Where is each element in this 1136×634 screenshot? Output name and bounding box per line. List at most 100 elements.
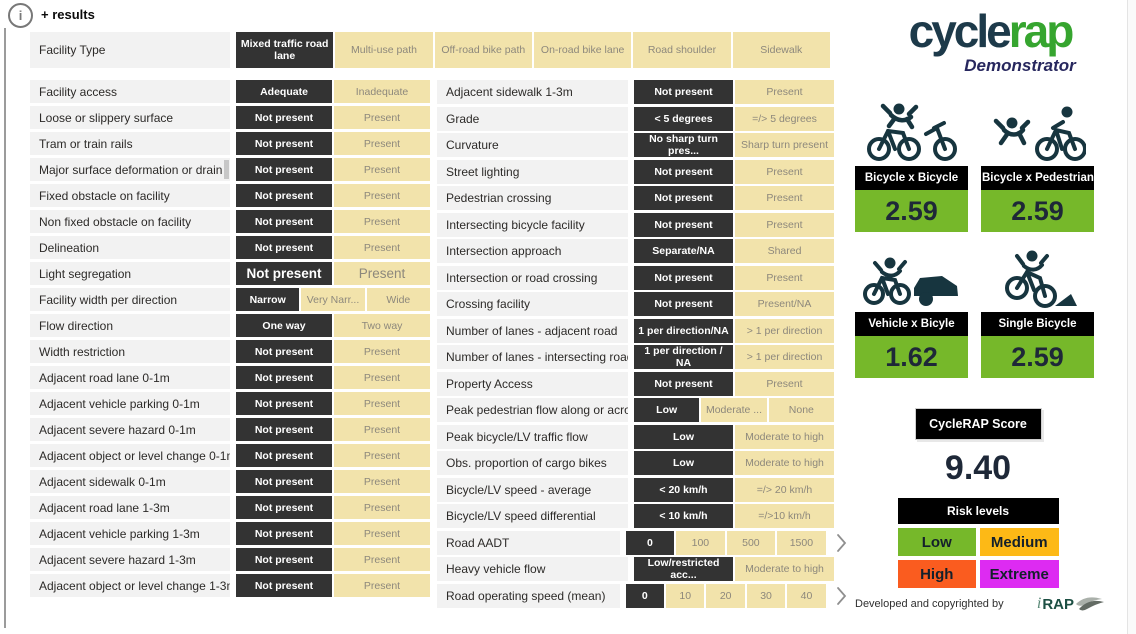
option-one-way[interactable]: One way	[236, 314, 332, 337]
results-toggle[interactable]: + results	[41, 7, 95, 22]
option-10[interactable]: 10	[666, 584, 704, 608]
option-shared[interactable]: Shared	[735, 239, 834, 263]
option-off-road-bike-path[interactable]: Off-road bike path	[435, 32, 532, 68]
option-none[interactable]: None	[769, 398, 834, 422]
option-not-present[interactable]: Not present	[236, 470, 332, 493]
option-not-present[interactable]: Not present	[236, 366, 332, 389]
scrollbar-thumb[interactable]	[224, 160, 229, 179]
option-present[interactable]: Present	[735, 213, 834, 237]
window-scrollbar[interactable]	[1127, 0, 1136, 634]
option-not-present[interactable]: Not present	[236, 158, 332, 181]
option-present[interactable]: Present	[334, 548, 430, 571]
option-moderate-to-high[interactable]: Moderate to high	[735, 425, 834, 449]
option-not-present[interactable]: Not present	[236, 210, 332, 233]
option-moderate-to-high[interactable]: Moderate to high	[735, 557, 834, 581]
option-present[interactable]: Present	[334, 574, 430, 597]
crash-score-cards: Bicycle x Bicycle 2.59	[855, 98, 1095, 378]
option-mixed-traffic-road-lane[interactable]: Mixed traffic road lane	[236, 32, 333, 68]
option-present[interactable]: Present	[334, 444, 430, 467]
option-1-per-direction-na[interactable]: 1 per direction / NA	[634, 345, 733, 369]
option-moderate-to-high[interactable]: Moderate to high	[735, 451, 834, 475]
chevron-right-icon[interactable]	[836, 531, 849, 555]
option-not-present[interactable]: Not present	[236, 106, 332, 129]
option-30[interactable]: 30	[747, 584, 785, 608]
option-on-road-bike-lane[interactable]: On-road bike lane	[534, 32, 631, 68]
option-present[interactable]: Present	[735, 372, 834, 396]
option-not-present[interactable]: Not present	[634, 266, 733, 290]
option-separate-na[interactable]: Separate/NA	[634, 239, 733, 263]
option-inadequate[interactable]: Inadequate	[334, 80, 430, 103]
option-not-present[interactable]: Not present	[634, 213, 733, 237]
option-not-present[interactable]: Not present	[236, 340, 332, 363]
info-icon[interactable]: i	[8, 3, 33, 28]
option-10-km-h[interactable]: < 10 km/h	[634, 504, 733, 528]
option-not-present[interactable]: Not present	[236, 418, 332, 441]
option-not-present[interactable]: Not present	[634, 160, 733, 184]
option-wide[interactable]: Wide	[367, 288, 430, 311]
option-not-present[interactable]: Not present	[236, 496, 332, 519]
option-present[interactable]: Present	[735, 160, 834, 184]
chevron-right-icon[interactable]	[836, 584, 849, 608]
option-present-na[interactable]: Present/NA	[735, 292, 834, 316]
option-present[interactable]: Present	[334, 236, 430, 259]
option-present[interactable]: Present	[735, 266, 834, 290]
option-20-km-h[interactable]: < 20 km/h	[634, 478, 733, 502]
option-20-km-h[interactable]: =/> 20 km/h	[735, 478, 834, 502]
option-not-present[interactable]: Not present	[634, 372, 733, 396]
option-very-narr[interactable]: Very Narr...	[301, 288, 364, 311]
option-present[interactable]: Present	[334, 340, 430, 363]
option-present[interactable]: Present	[334, 392, 430, 415]
option-10-km-h[interactable]: =/>10 km/h	[735, 504, 834, 528]
option-1500[interactable]: 1500	[777, 531, 826, 555]
option-not-present[interactable]: Not present	[236, 132, 332, 155]
option-not-present[interactable]: Not present	[236, 392, 332, 415]
option-present[interactable]: Present	[334, 262, 430, 285]
option-not-present[interactable]: Not present	[634, 80, 733, 104]
option-present[interactable]: Present	[735, 80, 834, 104]
option-multi-use-path[interactable]: Multi-use path	[335, 32, 432, 68]
option-narrow[interactable]: Narrow	[236, 288, 299, 311]
option-not-present[interactable]: Not present	[634, 292, 733, 316]
option-present[interactable]: Present	[334, 184, 430, 207]
option-1-per-direction[interactable]: > 1 per direction	[735, 345, 834, 369]
option-present[interactable]: Present	[334, 470, 430, 493]
option-sidewalk[interactable]: Sidewalk	[733, 32, 830, 68]
option-present[interactable]: Present	[334, 418, 430, 441]
option-not-present[interactable]: Not present	[236, 236, 332, 259]
option-1-per-direction-na[interactable]: 1 per direction/NA	[634, 319, 733, 343]
option-not-present[interactable]: Not present	[634, 186, 733, 210]
option-present[interactable]: Present	[334, 210, 430, 233]
option-not-present[interactable]: Not present	[236, 574, 332, 597]
option-low[interactable]: Low	[634, 398, 699, 422]
option-0[interactable]: 0	[626, 531, 675, 555]
option-low-restricted-acc[interactable]: Low/restricted acc...	[634, 557, 733, 581]
option-present[interactable]: Present	[334, 496, 430, 519]
option-5-degrees[interactable]: < 5 degrees	[634, 107, 733, 131]
option-moderate[interactable]: Moderate ...	[701, 398, 766, 422]
option-not-present[interactable]: Not present	[236, 444, 332, 467]
option-present[interactable]: Present	[735, 186, 834, 210]
option-present[interactable]: Present	[334, 106, 430, 129]
option-500[interactable]: 500	[727, 531, 776, 555]
option-low[interactable]: Low	[634, 425, 733, 449]
option-adequate[interactable]: Adequate	[236, 80, 332, 103]
option-sharp-turn-present[interactable]: Sharp turn present	[735, 133, 834, 157]
option-low[interactable]: Low	[634, 451, 733, 475]
option-two-way[interactable]: Two way	[334, 314, 430, 337]
option-road-shoulder[interactable]: Road shoulder	[633, 32, 730, 68]
option-1-per-direction[interactable]: > 1 per direction	[735, 319, 834, 343]
option-no-sharp-turn-pres[interactable]: No sharp turn pres...	[634, 133, 733, 157]
option-5-degrees[interactable]: =/> 5 degrees	[735, 107, 834, 131]
option-100[interactable]: 100	[676, 531, 725, 555]
option-40[interactable]: 40	[787, 584, 825, 608]
option-not-present[interactable]: Not present	[236, 184, 332, 207]
option-present[interactable]: Present	[334, 522, 430, 545]
option-present[interactable]: Present	[334, 132, 430, 155]
option-0[interactable]: 0	[626, 584, 664, 608]
option-present[interactable]: Present	[334, 158, 430, 181]
option-not-present[interactable]: Not present	[236, 262, 332, 285]
option-not-present[interactable]: Not present	[236, 522, 332, 545]
option-20[interactable]: 20	[706, 584, 744, 608]
option-present[interactable]: Present	[334, 366, 430, 389]
option-not-present[interactable]: Not present	[236, 548, 332, 571]
